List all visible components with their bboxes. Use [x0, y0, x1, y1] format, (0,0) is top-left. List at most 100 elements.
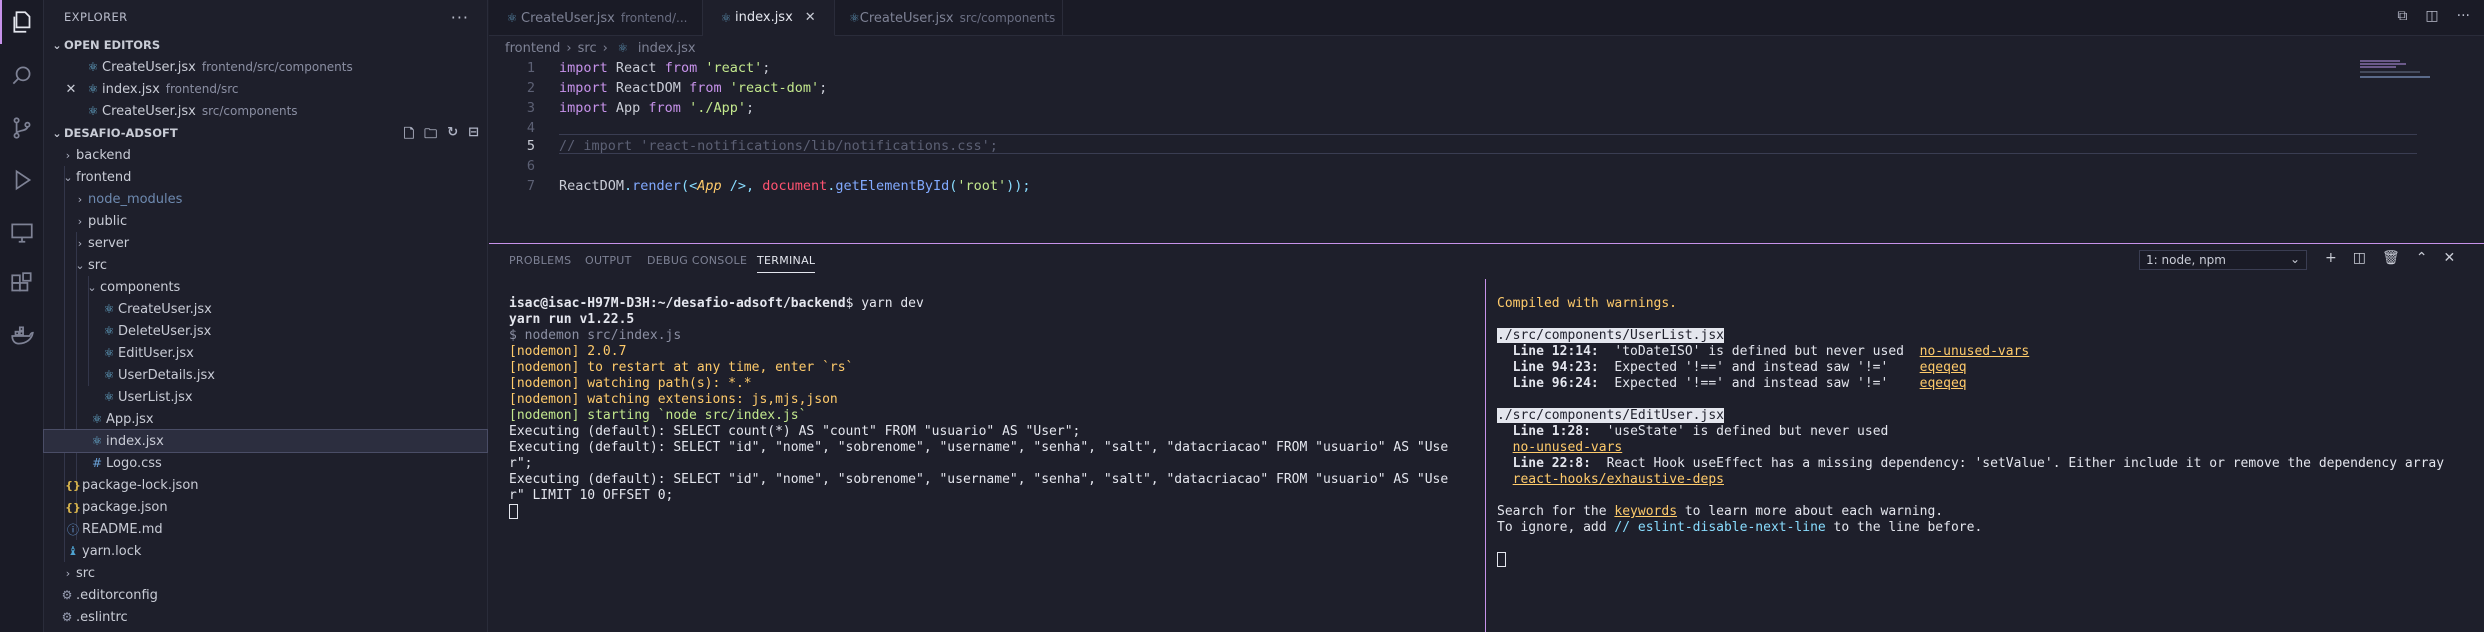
tree-file[interactable]: {} package-lock.json: [44, 474, 487, 496]
open-editor-item[interactable]: ⚛ CreateUser.jsx src/components: [44, 100, 487, 122]
open-editor-item[interactable]: ✕ ⚛ index.jsx frontend/src: [44, 78, 487, 100]
tree-folder-backend[interactable]: › backend: [44, 144, 487, 166]
tree-item-label: src: [76, 565, 95, 581]
tab-label: index.jsx: [735, 10, 793, 25]
tree-item-label: node_modules: [88, 191, 183, 207]
explorer-icon[interactable]: [0, 0, 44, 44]
tree-file[interactable]: ⚙ .eslintrc: [44, 606, 487, 628]
open-changes-icon[interactable]: ⧉: [2397, 8, 2407, 24]
warning-location: Line 22:8:: [1512, 456, 1591, 471]
line-number: 2: [526, 80, 535, 96]
warning-rule-link[interactable]: eqeqeq: [1920, 376, 1967, 391]
yarn-file-icon: ♝: [67, 544, 79, 558]
open-editor-item[interactable]: ⚛ CreateUser.jsx frontend/src/components: [44, 56, 487, 78]
tab-problems[interactable]: PROBLEMS: [509, 254, 571, 267]
tree-file[interactable]: ⚛ UserDetails.jsx: [44, 364, 487, 386]
terminal-line: Executing (default): SELECT count(*) AS …: [509, 424, 1081, 439]
maximize-panel-icon[interactable]: ⌃: [2416, 250, 2428, 266]
tree-item-label: public: [88, 213, 128, 229]
activity-bar: [0, 0, 44, 632]
info-file-icon: ⓘ: [66, 522, 79, 537]
terminal-right[interactable]: Compiled with warnings. ./src/components…: [1497, 280, 2444, 568]
tab-debug-console[interactable]: DEBUG CONSOLE: [647, 254, 747, 267]
tab-createuser-frontend[interactable]: ⚛ CreateUser.jsx frontend/...: [489, 0, 703, 36]
split-editor-icon[interactable]: ◫: [2425, 8, 2438, 24]
tree-folder-src[interactable]: ⌄ src: [44, 254, 487, 276]
warning-rule-link[interactable]: no-unused-vars: [1513, 440, 1623, 455]
tree-folder-src-root[interactable]: › src: [44, 562, 487, 584]
terminal-line: [nodemon] starting `node src/index.js`: [509, 408, 807, 423]
prompt-path: :~/desafio-adsoft/backend: [649, 296, 846, 311]
tab-output[interactable]: OUTPUT: [585, 254, 632, 267]
tree-folder-components[interactable]: ⌄ components: [44, 276, 487, 298]
tree-file[interactable]: ⚛ DeleteUser.jsx: [44, 320, 487, 342]
remote-explorer-icon[interactable]: [0, 210, 44, 254]
code-editor[interactable]: 1 2 3 4 5 6 7 import React from 'react';…: [489, 58, 2484, 242]
open-editor-name: CreateUser.jsx: [102, 59, 196, 75]
tree-file[interactable]: {} package.json: [44, 496, 487, 518]
tree-file-selected[interactable]: ⚛ index.jsx: [43, 429, 488, 453]
breadcrumb-item[interactable]: index.jsx: [638, 41, 696, 56]
explorer-title-text: EXPLORER: [64, 10, 128, 24]
tree-folder-frontend[interactable]: ⌄ frontend: [44, 166, 487, 188]
warning-rule-link[interactable]: react-hooks/exhaustive-deps: [1513, 472, 1724, 487]
split-terminal-icon[interactable]: ◫: [2353, 250, 2366, 266]
line-number: 7: [526, 178, 535, 194]
tab-index-jsx[interactable]: ⚛ index.jsx ✕: [703, 0, 835, 36]
terminal-cursor: [1497, 552, 1506, 567]
tree-item-label: src: [88, 257, 107, 273]
open-editors-section[interactable]: ⌄ OPEN EDITORS: [44, 34, 487, 56]
minimap[interactable]: [2350, 58, 2470, 78]
tree-file[interactable]: ♝ yarn.lock: [44, 540, 487, 562]
tab-createuser-src[interactable]: ⚛ CreateUser.jsx src/components: [835, 0, 1063, 36]
project-section[interactable]: ⌄ DESAFIO-ADSOFT 🗋 🗀 ↻ ⊟: [44, 122, 487, 144]
chevron-right-icon: ›: [602, 40, 608, 56]
warning-rule-link[interactable]: no-unused-vars: [1920, 344, 2030, 359]
terminal-select[interactable]: 1: node, npm ⌄: [2139, 250, 2307, 270]
terminal-left[interactable]: isac@isac-H97M-D3H:~/desafio-adsoft/back…: [509, 280, 1448, 520]
json-file-icon: {}: [65, 478, 81, 492]
help-code: // eslint-disable-next-line: [1614, 520, 1826, 535]
breadcrumb-item[interactable]: src: [578, 41, 597, 56]
warning-rule-link[interactable]: eqeqeq: [1920, 360, 1967, 375]
help-text: to learn more about each warning.: [1677, 504, 1944, 519]
tree-folder-node-modules[interactable]: › node_modules: [44, 188, 487, 210]
prompt-command: $ yarn dev: [845, 296, 924, 311]
tree-file[interactable]: ⓘ README.md: [44, 518, 487, 540]
tree-folder-server[interactable]: › server: [44, 232, 487, 254]
tree-file[interactable]: # Logo.css: [44, 452, 487, 474]
more-actions-icon[interactable]: ···: [2457, 8, 2470, 24]
tab-terminal[interactable]: TERMINAL: [757, 254, 816, 273]
close-icon[interactable]: ✕: [62, 82, 80, 97]
panel-actions: + ◫ 🗑 ⌃ ✕: [2325, 250, 2455, 266]
add-terminal-icon[interactable]: +: [2325, 250, 2337, 266]
keywords-link[interactable]: keywords: [1614, 504, 1677, 519]
terminal-line: [nodemon] to restart at any time, enter …: [509, 360, 854, 375]
terminal-line: Executing (default): SELECT "id", "nome"…: [509, 440, 1449, 455]
source-control-icon[interactable]: [0, 106, 44, 150]
close-panel-icon[interactable]: ✕: [2443, 250, 2455, 266]
tree-file[interactable]: ⚛ UserList.jsx: [44, 386, 487, 408]
tree-file[interactable]: ⚛ CreateUser.jsx: [44, 298, 487, 320]
tree-item-label: EditUser.jsx: [118, 345, 194, 361]
chevron-right-icon: ›: [77, 214, 83, 228]
docker-icon[interactable]: [0, 314, 44, 358]
react-file-icon: ⚛: [87, 60, 99, 74]
more-actions-icon[interactable]: ···: [451, 8, 469, 27]
tree-file[interactable]: ⚛ App.jsx: [44, 408, 487, 430]
breadcrumb-item[interactable]: frontend: [505, 41, 560, 56]
terminal-line: [nodemon] watching path(s): *.*: [509, 376, 752, 391]
close-icon[interactable]: ✕: [805, 10, 816, 25]
prompt-user: isac@isac-H97M-D3H: [509, 296, 650, 311]
tree-file[interactable]: ⚙ .editorconfig: [44, 584, 487, 606]
tree-file[interactable]: ⚛ EditUser.jsx: [44, 342, 487, 364]
tree-folder-public[interactable]: › public: [44, 210, 487, 232]
extensions-icon[interactable]: [0, 262, 44, 306]
json-file-icon: {}: [65, 500, 81, 514]
search-icon[interactable]: [0, 54, 44, 98]
react-file-icon: ⚛: [720, 10, 732, 25]
terminal-select-value: 1: node, npm: [2146, 253, 2226, 267]
trash-icon[interactable]: 🗑: [2382, 250, 2400, 266]
terminal-split-divider[interactable]: [1485, 279, 1486, 632]
run-debug-icon[interactable]: [0, 158, 44, 202]
